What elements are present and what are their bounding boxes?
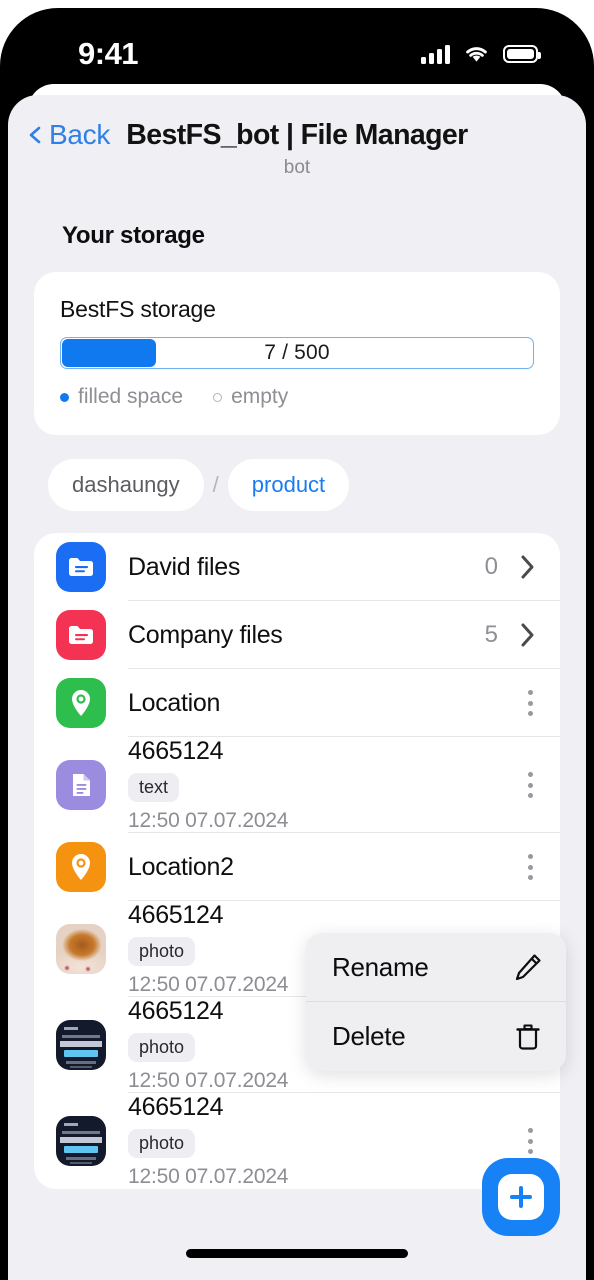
list-item-date: 12:50 07.07.2024 <box>128 1165 289 1188</box>
breadcrumb-separator: / <box>212 472 219 497</box>
plus-icon <box>510 1186 532 1208</box>
document-icon <box>56 760 106 810</box>
list-item[interactable]: 4665124 photo 12:50 07.07.2024 <box>34 1093 560 1189</box>
legend-label-empty: empty <box>231 385 289 408</box>
list-item[interactable]: Location <box>34 669 560 737</box>
context-menu-item-rename[interactable]: Rename <box>306 933 566 1002</box>
add-file-fab-button[interactable] <box>482 1158 560 1236</box>
chevron-right-icon[interactable] <box>520 622 536 648</box>
list-item[interactable]: David files 0 <box>34 533 560 601</box>
kebab-menu-icon[interactable] <box>527 1128 533 1154</box>
status-bar-icons <box>421 44 541 64</box>
location-pin-icon <box>56 842 106 892</box>
list-item-tag: photo <box>128 1033 196 1062</box>
list-item-title: Location2 <box>128 852 234 881</box>
context-menu-item-delete[interactable]: Delete <box>306 1002 566 1071</box>
battery-icon <box>503 45 541 63</box>
context-menu-delete-label: Delete <box>332 1021 406 1051</box>
list-item[interactable]: Company files 5 <box>34 601 560 669</box>
home-indicator <box>186 1249 408 1258</box>
storage-card: BestFS storage 7 / 500 filled space empt… <box>34 272 560 435</box>
legend-item-empty: empty <box>213 385 288 409</box>
cellular-signal-icon <box>421 44 450 64</box>
legend-dot-filled-icon <box>60 392 69 402</box>
kebab-menu-icon[interactable] <box>527 690 533 716</box>
list-item-tag: photo <box>128 937 196 966</box>
list-item-title: Location <box>128 688 221 717</box>
storage-legend: filled space empty <box>60 385 534 409</box>
pencil-icon <box>515 954 541 981</box>
breadcrumb-item-product[interactable]: product <box>227 459 350 511</box>
breadcrumb-item-dashaungy[interactable]: dashaungy <box>48 459 204 511</box>
kebab-menu-icon[interactable] <box>527 854 533 880</box>
storage-progress-label: 7 / 500 <box>264 341 330 364</box>
app-sheet: Back BestFS_bot | File Manager bot Your … <box>8 95 586 1280</box>
storage-section-heading: Your storage <box>62 222 205 249</box>
photo-thumbnail-screenshot <box>56 1020 106 1070</box>
list-item-title: 4665124 <box>128 1093 224 1121</box>
list-item-title: Company files <box>128 620 283 649</box>
file-list: David files 0 Company files 5 Location 4… <box>34 533 560 1189</box>
list-item-count: 0 <box>484 553 498 580</box>
list-item-tag: photo <box>128 1129 196 1158</box>
list-item-title: David files <box>128 552 241 581</box>
legend-dot-empty-icon <box>213 392 223 402</box>
folder-icon <box>56 610 106 660</box>
trash-icon <box>516 1023 540 1050</box>
wifi-icon <box>466 47 487 62</box>
status-bar-time: 9:41 <box>78 36 139 71</box>
folder-icon <box>56 542 106 592</box>
list-item-title: 4665124 <box>128 997 224 1025</box>
breadcrumb: dashaungy / product <box>48 459 586 511</box>
list-item-tag: text <box>128 773 180 802</box>
photo-thumbnail-screenshot <box>56 1116 106 1166</box>
list-item-date: 12:50 07.07.2024 <box>128 809 289 832</box>
context-menu: Rename Delete <box>306 933 566 1071</box>
fab-inner-surface <box>498 1174 544 1220</box>
phone-screenshot: 9:41 Back BestFS_bot | File Manager bot … <box>0 0 594 1280</box>
list-item-title: 4665124 <box>128 737 224 765</box>
legend-item-filled: filled space <box>60 385 183 409</box>
chevron-right-icon[interactable] <box>520 554 536 580</box>
storage-card-title: BestFS storage <box>60 296 216 322</box>
status-bar: 9:41 <box>0 8 594 90</box>
nav-header: Back BestFS_bot | File Manager bot <box>8 95 586 200</box>
list-item[interactable]: 4665124 text 12:50 07.07.2024 <box>34 737 560 833</box>
context-menu-rename-label: Rename <box>332 951 429 982</box>
list-item-count: 5 <box>484 621 498 648</box>
page-subtitle: bot <box>283 157 311 178</box>
list-item-date: 12:50 07.07.2024 <box>128 1069 289 1092</box>
back-button[interactable]: Back <box>26 119 110 151</box>
kebab-menu-icon[interactable] <box>527 772 533 798</box>
chevron-left-icon <box>29 126 41 144</box>
location-pin-icon <box>56 678 106 728</box>
photo-thumbnail-food <box>56 924 106 974</box>
list-item[interactable]: Location2 <box>34 833 560 901</box>
legend-label-filled: filled space <box>78 385 184 408</box>
list-item-title: 4665124 <box>128 901 224 929</box>
storage-progress-bar[interactable]: 7 / 500 <box>60 337 534 369</box>
back-label: Back <box>49 119 111 150</box>
